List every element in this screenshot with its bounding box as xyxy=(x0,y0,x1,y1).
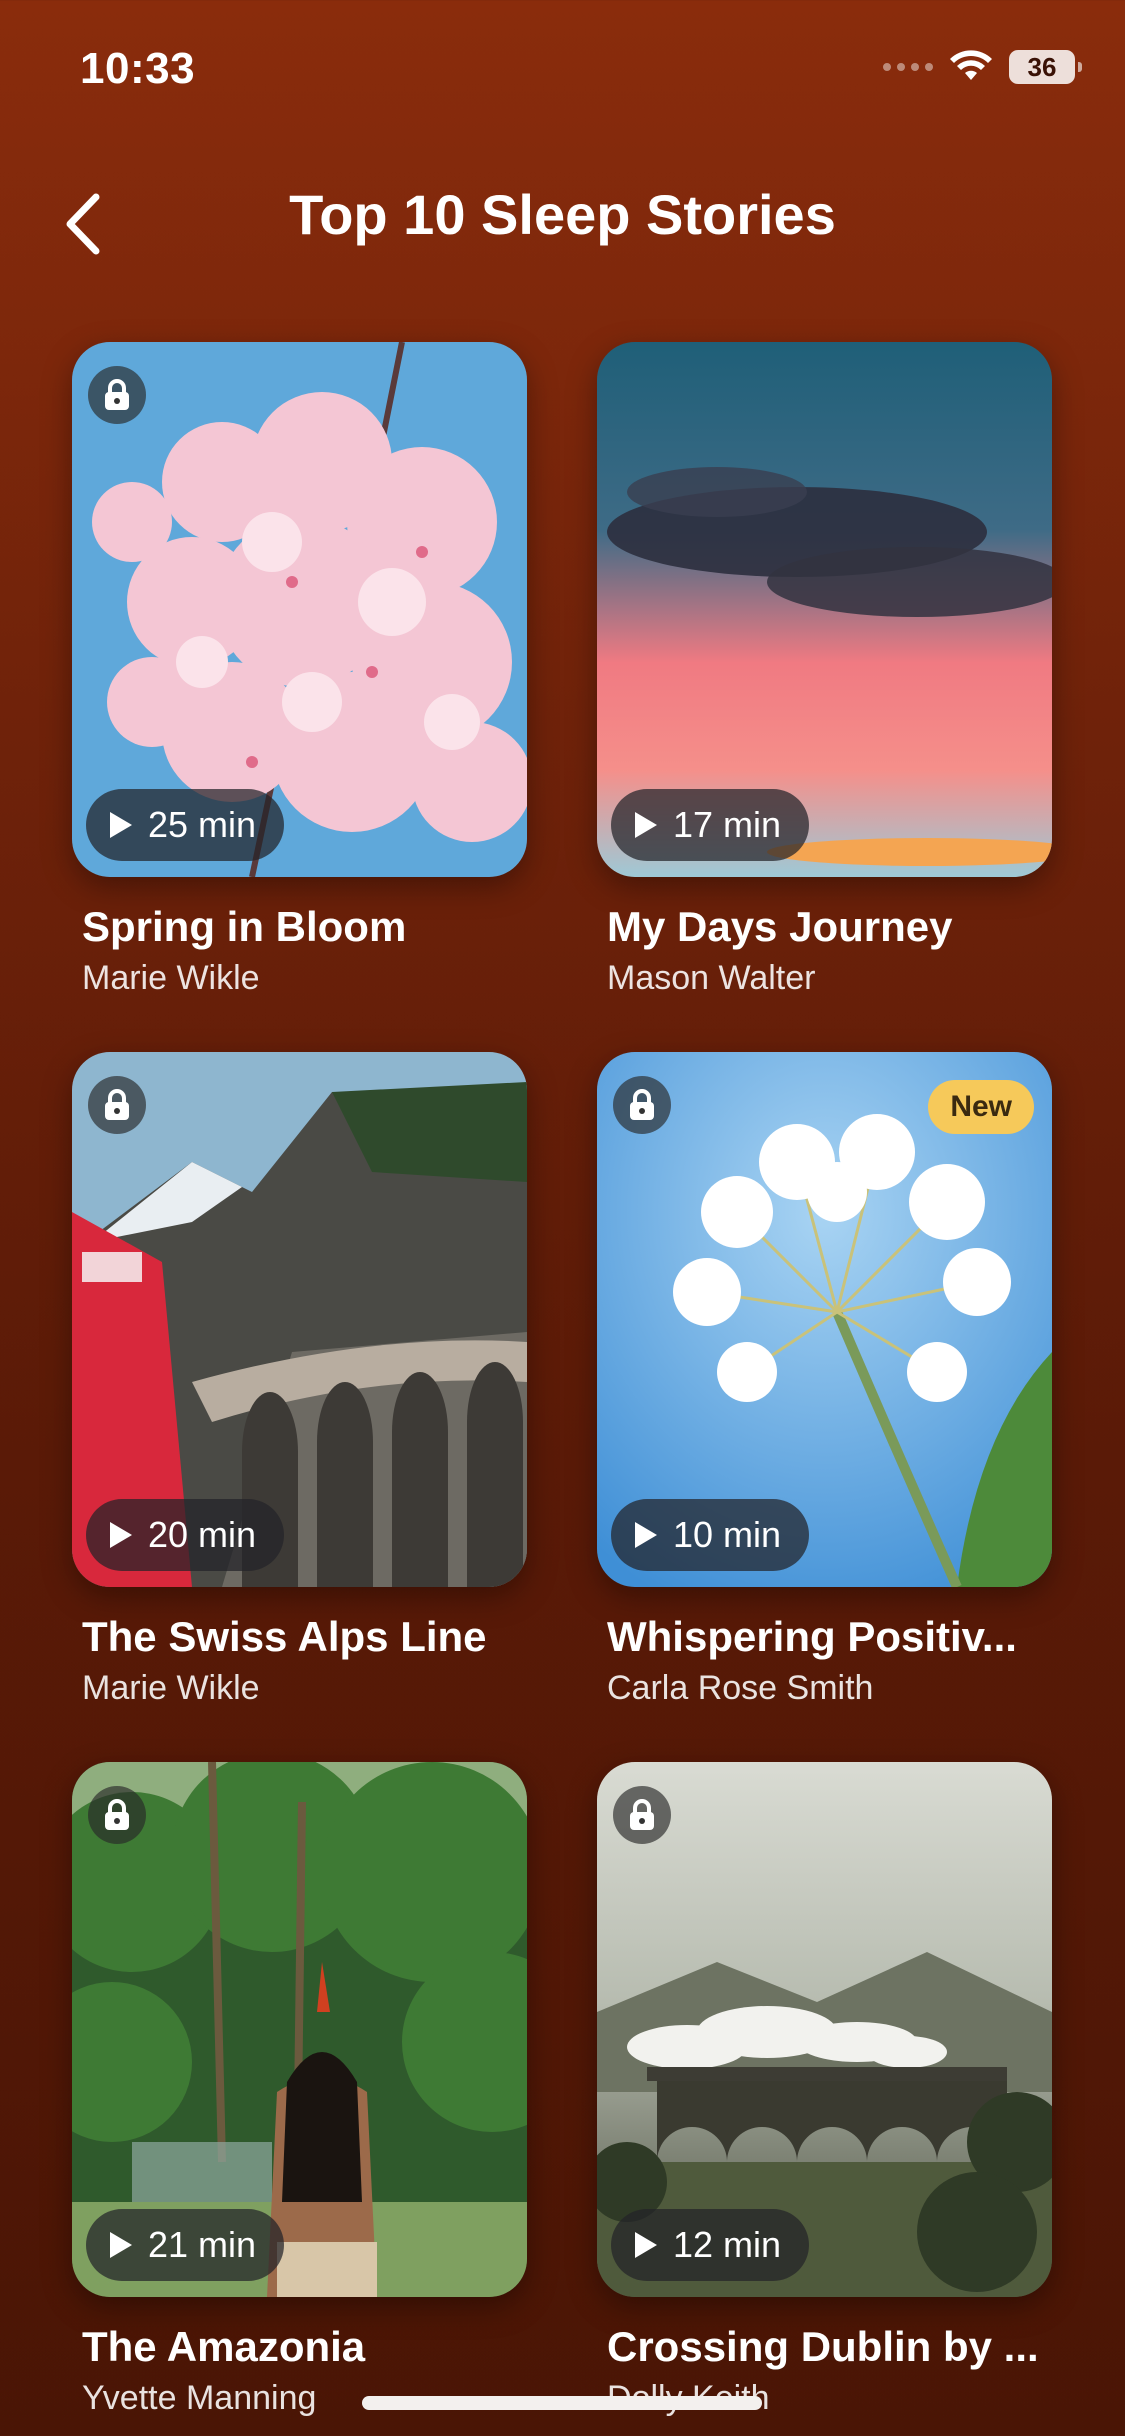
lock-icon xyxy=(88,1786,146,1844)
page-title: Top 10 Sleep Stories xyxy=(289,183,836,246)
duration-label: 25 min xyxy=(148,804,257,845)
duration-pill: 21 min xyxy=(86,2209,285,2281)
story-author: Marie Wikle xyxy=(82,1669,260,1707)
lock-icon xyxy=(613,1786,671,1844)
duration-pill: 25 min xyxy=(86,789,285,861)
story-card[interactable]: 20 min The Swiss Alps Line Marie Wikle xyxy=(72,1052,527,1762)
new-badge: New xyxy=(928,1080,1034,1134)
story-thumbnail[interactable]: 12 min xyxy=(597,1762,1052,2297)
status-time: 10:33 xyxy=(80,44,196,93)
duration-label: 17 min xyxy=(673,804,782,845)
story-thumbnail[interactable]: New 10 min xyxy=(597,1052,1052,1587)
duration-label: 20 min xyxy=(148,1514,257,1555)
duration-label: 21 min xyxy=(148,2224,257,2265)
duration-pill: 12 min xyxy=(611,2209,810,2281)
battery-icon: 36 xyxy=(1009,50,1082,84)
story-author: Marie Wikle xyxy=(82,959,260,997)
duration-label: 10 min xyxy=(673,1514,782,1555)
nav-bar: Top 10 Sleep Stories xyxy=(0,170,1125,270)
story-card[interactable]: 12 min Crossing Dublin by ... Dolly Keit… xyxy=(597,1762,1052,2436)
lock-icon xyxy=(88,366,146,424)
duration-pill: 17 min xyxy=(611,789,810,861)
story-title: My Days Journey xyxy=(607,903,953,950)
story-grid: 25 min Spring in Bloom Marie Wikle 17 mi… xyxy=(72,342,1054,2436)
duration-pill: 10 min xyxy=(611,1499,810,1571)
lock-icon xyxy=(613,1076,671,1134)
story-title: Crossing Dublin by ... xyxy=(607,2323,1039,2370)
play-icon xyxy=(635,2232,657,2258)
cellular-signal-icon xyxy=(883,63,933,71)
status-indicators: 36 xyxy=(883,50,1082,84)
play-icon xyxy=(635,812,657,838)
story-thumbnail[interactable]: 17 min xyxy=(597,342,1052,877)
story-title: Spring in Bloom xyxy=(82,903,407,950)
story-card[interactable]: 25 min Spring in Bloom Marie Wikle xyxy=(72,342,527,1052)
story-thumbnail[interactable]: 21 min xyxy=(72,1762,527,2297)
story-card[interactable]: New 10 min Whispering Positiv... Carla R… xyxy=(597,1052,1052,1762)
play-icon xyxy=(635,1522,657,1548)
story-card[interactable]: 17 min My Days Journey Mason Walter xyxy=(597,342,1052,1052)
story-thumbnail[interactable]: 25 min xyxy=(72,342,527,877)
status-bar: 10:33 36 xyxy=(0,0,1125,140)
story-thumbnail[interactable]: 20 min xyxy=(72,1052,527,1587)
play-icon xyxy=(110,1522,132,1548)
home-indicator[interactable] xyxy=(362,2396,762,2410)
play-icon xyxy=(110,812,132,838)
story-card[interactable]: 21 min The Amazonia Yvette Manning xyxy=(72,1762,527,2436)
story-author: Carla Rose Smith xyxy=(607,1669,874,1707)
wifi-icon xyxy=(950,50,992,80)
story-author: Mason Walter xyxy=(607,959,816,997)
duration-pill: 20 min xyxy=(86,1499,285,1571)
duration-label: 12 min xyxy=(673,2224,782,2265)
play-icon xyxy=(110,2232,132,2258)
story-title: Whispering Positiv... xyxy=(607,1613,1017,1660)
lock-icon xyxy=(88,1076,146,1134)
story-title: The Swiss Alps Line xyxy=(82,1613,487,1660)
story-title: The Amazonia xyxy=(82,2323,366,2370)
